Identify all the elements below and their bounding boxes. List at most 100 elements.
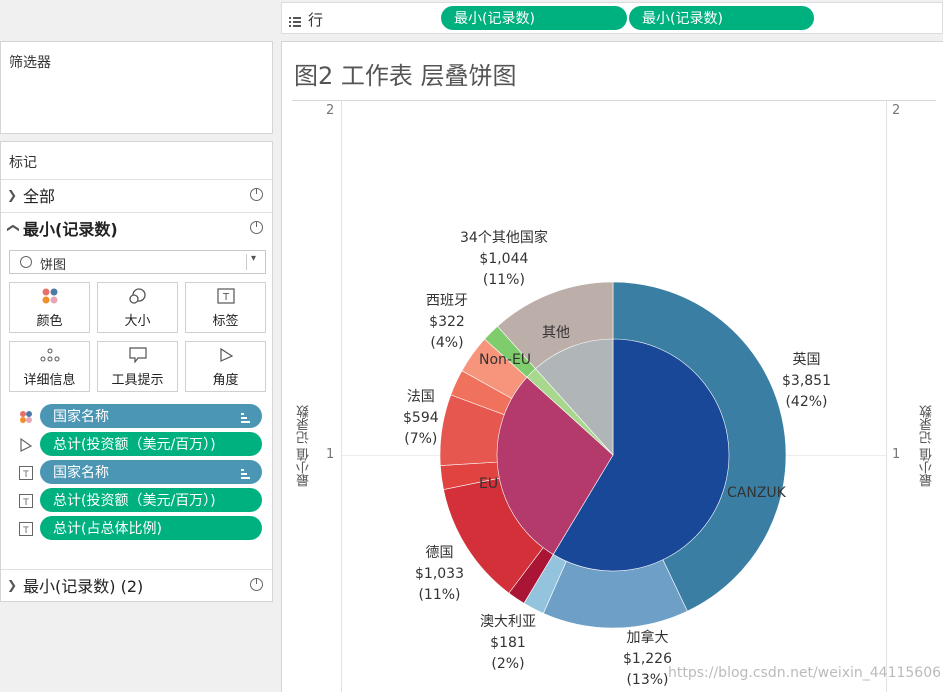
label-uk-name: 英国 bbox=[792, 352, 821, 368]
tooltip-icon bbox=[128, 345, 147, 365]
label-australia-pct: (2%) bbox=[491, 656, 525, 672]
angle-button-label: 角度 bbox=[212, 373, 239, 388]
label-germany: 德国 $1,033 (11%) bbox=[415, 543, 464, 606]
chevron-right-icon: ❯ bbox=[6, 577, 18, 592]
sort-icon bbox=[241, 467, 250, 479]
svg-text:T: T bbox=[221, 292, 229, 303]
y-tick-left-2: 2 bbox=[326, 103, 335, 118]
label-australia-name: 澳大利亚 bbox=[480, 614, 536, 630]
field-pill-country-label[interactable]: 国家名称 bbox=[40, 460, 262, 484]
y-tick-right-1: 1 bbox=[892, 447, 901, 462]
y-axis-title-right: 最小值 记录数 bbox=[920, 405, 935, 488]
inner-ring bbox=[496, 338, 730, 572]
svg-text:T: T bbox=[22, 498, 29, 508]
size-icon bbox=[128, 286, 148, 306]
color-button-label: 颜色 bbox=[36, 314, 63, 329]
label-france-pct: (7%) bbox=[404, 431, 438, 447]
marks-section-min-count[interactable]: ❮ 最小(记录数) bbox=[1, 212, 273, 242]
color-button[interactable]: 颜色 bbox=[9, 282, 90, 333]
label-others-pct: (11%) bbox=[482, 272, 525, 288]
sheet-title: 图2 工作表 层叠饼图 bbox=[294, 62, 517, 90]
field-pill-investment-angle[interactable]: 总计(投资额（美元/百万）) bbox=[40, 432, 262, 456]
label-spain-name: 西班牙 bbox=[426, 293, 468, 309]
label-non-eu: Non-EU bbox=[479, 352, 532, 368]
label-button[interactable]: T 标签 bbox=[185, 282, 266, 333]
label-canzuk: CANZUK bbox=[727, 485, 786, 501]
marks-section-min-count-label: 最小(记录数) bbox=[23, 219, 118, 239]
marks-section-all[interactable]: ❯ 全部 bbox=[1, 179, 273, 209]
label-spain-value: $322 bbox=[429, 314, 465, 330]
marks-card: 标记 ❯ 全部 ❮ 最小(记录数) 饼图 ▾ 颜色 大小 T 标签 详细信息 工… bbox=[0, 141, 273, 602]
svg-text:T: T bbox=[22, 526, 29, 536]
label-canada-value: $1,226 bbox=[623, 651, 672, 667]
pane-right-border bbox=[886, 101, 887, 692]
pie-icon bbox=[250, 578, 263, 591]
watermark: https://blog.csdn.net/weixin_44115606 bbox=[668, 665, 942, 681]
rows-shelf-label: 行 bbox=[308, 11, 324, 29]
detail-dots-icon bbox=[40, 345, 60, 365]
sort-icon bbox=[241, 411, 250, 423]
size-button[interactable]: 大小 bbox=[97, 282, 178, 333]
chevron-right-icon: ❯ bbox=[6, 187, 18, 202]
field-pill-share-label[interactable]: 总计(占总体比例) bbox=[40, 516, 262, 540]
label-france-value: $594 bbox=[403, 410, 439, 426]
chevron-down-icon: ❮ bbox=[5, 222, 19, 233]
label-uk-value: $3,851 bbox=[782, 373, 831, 389]
angle-icon bbox=[19, 437, 33, 452]
label-spain: 西班牙 $322 (4%) bbox=[426, 291, 468, 354]
label-others-name: 34个其他国家 bbox=[460, 230, 548, 246]
svg-text:T: T bbox=[22, 470, 29, 480]
pie-icon bbox=[20, 256, 32, 268]
marks-section-min-count-2[interactable]: ❯ 最小(记录数) (2) bbox=[1, 569, 273, 599]
text-icon: T bbox=[19, 493, 33, 508]
label-uk: 英国 $3,851 (42%) bbox=[782, 350, 831, 413]
y-tick-right-2: 2 bbox=[892, 103, 901, 118]
marks-title: 标记 bbox=[9, 155, 37, 171]
rows-pill-2[interactable]: 最小(记录数) bbox=[629, 6, 814, 30]
label-france: 法国 $594 (7%) bbox=[403, 387, 439, 450]
label-spain-pct: (4%) bbox=[430, 335, 464, 351]
label-germany-name: 德国 bbox=[425, 545, 454, 561]
pie-icon bbox=[250, 188, 263, 201]
mark-type-label: 饼图 bbox=[40, 258, 67, 273]
marks-section-all-label: 全部 bbox=[23, 186, 56, 206]
rows-icon bbox=[289, 13, 301, 27]
label-other-group: 其他 bbox=[542, 325, 570, 341]
label-germany-value: $1,033 bbox=[415, 566, 464, 582]
y-axis-title-left: 最小值 记录数 bbox=[297, 405, 312, 488]
label-others: 34个其他国家 $1,044 (11%) bbox=[460, 228, 548, 291]
rows-pill-1[interactable]: 最小(记录数) bbox=[441, 6, 627, 30]
label-canada: 加拿大 $1,226 (13%) bbox=[623, 628, 672, 691]
color-dots-icon bbox=[19, 409, 33, 423]
detail-button-label: 详细信息 bbox=[23, 373, 76, 388]
field-pill-label: 国家名称 bbox=[53, 465, 109, 481]
tooltip-button[interactable]: 工具提示 bbox=[97, 341, 178, 392]
label-others-value: $1,044 bbox=[479, 251, 529, 267]
text-icon: T bbox=[19, 521, 33, 536]
field-pill-investment-label[interactable]: 总计(投资额（美元/百万）) bbox=[40, 488, 262, 512]
angle-button[interactable]: 角度 bbox=[185, 341, 266, 392]
label-canada-name: 加拿大 bbox=[626, 630, 669, 646]
label-australia: 澳大利亚 $181 (2%) bbox=[480, 612, 536, 675]
label-button-label: 标签 bbox=[212, 314, 239, 329]
marks-section-min-count-2-label: 最小(记录数) (2) bbox=[23, 576, 144, 596]
filters-title: 筛选器 bbox=[9, 55, 51, 71]
chevron-down-icon: ▾ bbox=[251, 253, 257, 264]
text-icon: T bbox=[216, 286, 235, 306]
detail-button[interactable]: 详细信息 bbox=[9, 341, 90, 392]
label-uk-pct: (42%) bbox=[785, 394, 828, 410]
field-pill-country-color[interactable]: 国家名称 bbox=[40, 404, 262, 428]
label-australia-value: $181 bbox=[490, 635, 526, 651]
label-germany-pct: (11%) bbox=[418, 587, 461, 603]
filters-card[interactable]: 筛选器 bbox=[0, 41, 273, 134]
mark-type-dropdown[interactable]: 饼图 ▾ bbox=[9, 250, 266, 274]
text-icon: T bbox=[19, 465, 33, 480]
label-france-name: 法国 bbox=[406, 389, 435, 405]
color-dots-icon bbox=[41, 286, 59, 306]
angle-icon bbox=[218, 345, 234, 365]
toolbar-corner bbox=[0, 0, 273, 36]
pie-icon bbox=[250, 221, 263, 234]
dropdown-divider bbox=[246, 254, 247, 270]
tooltip-button-label: 工具提示 bbox=[111, 373, 164, 388]
size-button-label: 大小 bbox=[124, 314, 151, 329]
